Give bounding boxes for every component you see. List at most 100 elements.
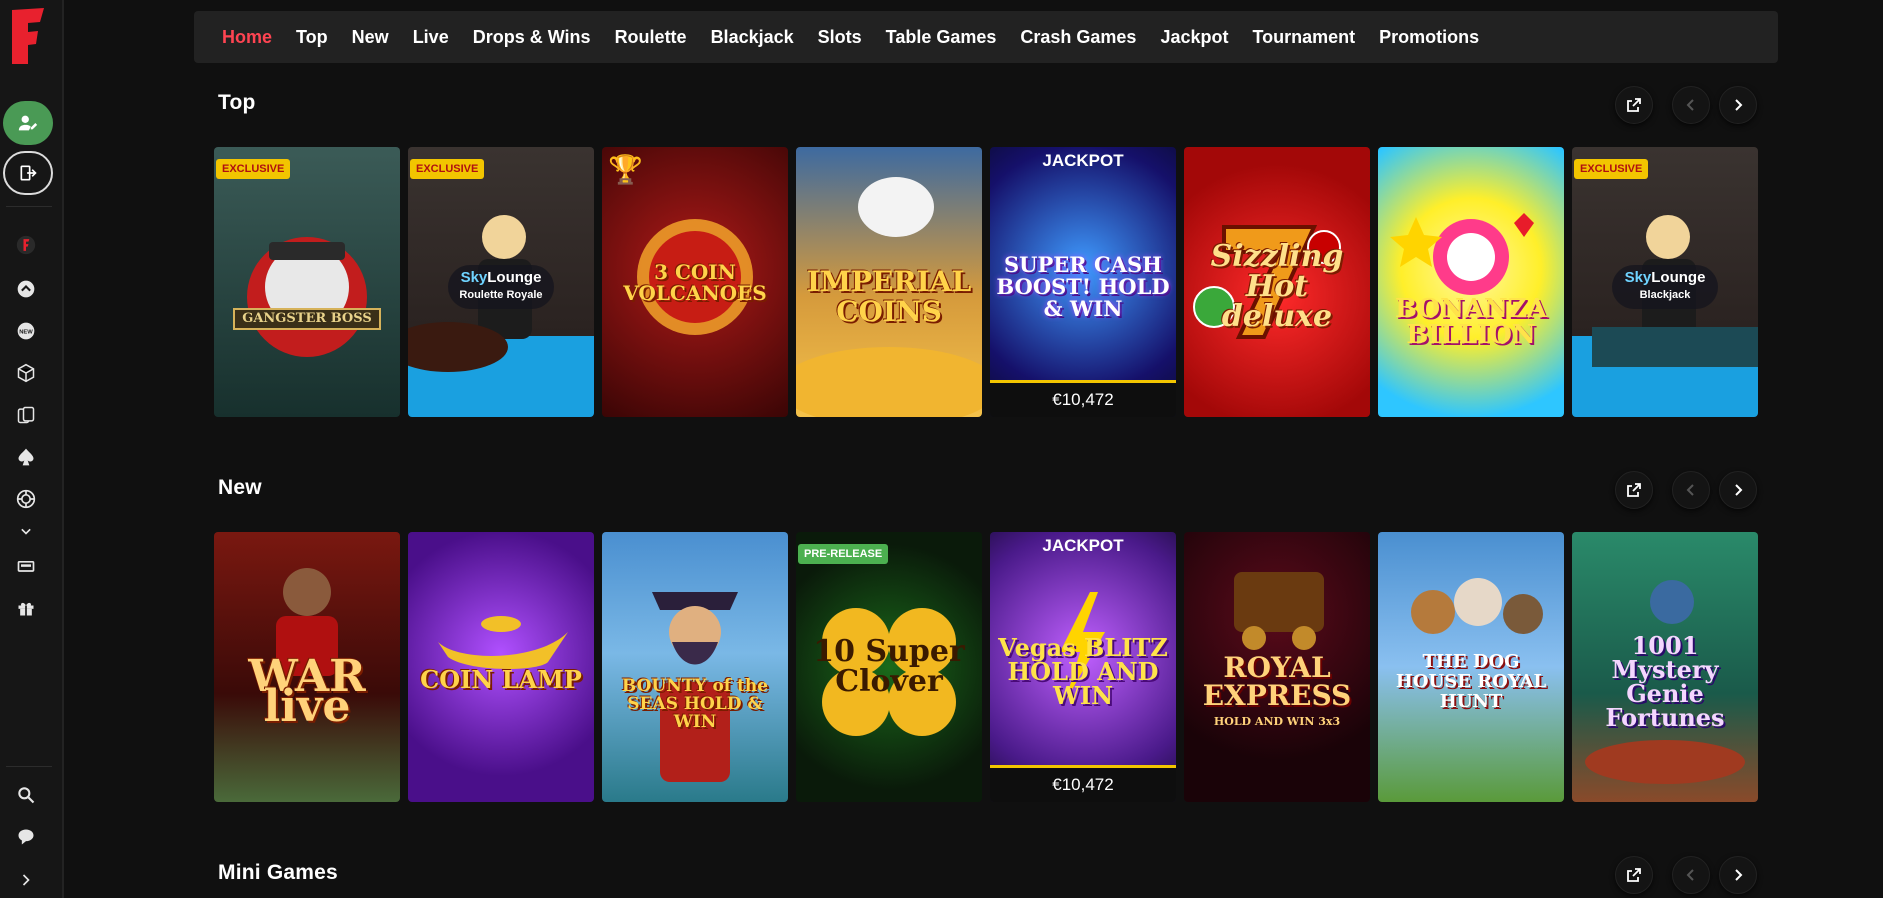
- chevron-right-icon: [1735, 869, 1743, 881]
- game-title: IMPERIAL COINS: [806, 265, 972, 328]
- open-section-button[interactable]: [1615, 471, 1653, 509]
- game-title: BOUNTY of the SEAS HOLD & WIN: [621, 676, 769, 732]
- game-tile[interactable]: IMPERIAL COINS: [796, 147, 982, 417]
- skylounge-lounge-text: Lounge: [1651, 269, 1706, 286]
- brand-logo[interactable]: [10, 6, 46, 66]
- game-tile[interactable]: JACKPOT SUPER CASH BOOST! HOLD & WIN €10…: [990, 147, 1176, 417]
- skylounge-label: SkyLounge Roulette Royale: [448, 265, 554, 309]
- scroll-left-button[interactable]: [1672, 856, 1710, 894]
- open-section-button[interactable]: [1615, 856, 1653, 894]
- pre-release-badge: PRE-RELEASE: [798, 544, 889, 564]
- skylounge-title: SkyLounge: [1612, 265, 1718, 289]
- game-row-top: EXCLUSIVE GANGSTER BOSS EXCLUSIVE SkyLou…: [214, 147, 1759, 417]
- game-title: Vegas BLITZ HOLD AND WIN: [998, 633, 1168, 710]
- roulette-icon[interactable]: [12, 485, 40, 513]
- spade-icon[interactable]: [12, 443, 40, 471]
- game-row-new: WAR live COIN LAMP BOUNTY of the SEAS HO…: [214, 532, 1759, 802]
- nav-drops-wins[interactable]: Drops & Wins: [473, 27, 591, 48]
- chevron-right-icon: [1735, 99, 1743, 111]
- chevron-right-icon[interactable]: [12, 866, 40, 894]
- open-section-button[interactable]: [1615, 86, 1653, 124]
- sidebar-divider: [6, 766, 52, 767]
- nav-slots[interactable]: Slots: [818, 27, 862, 48]
- game-tile[interactable]: WAR live: [214, 532, 400, 802]
- top-arrow-icon[interactable]: [12, 275, 40, 303]
- sidebar: NEW: [0, 0, 64, 898]
- gift-icon[interactable]: [12, 594, 40, 622]
- game-tile[interactable]: THE DOG HOUSE ROYAL HUNT: [1378, 532, 1564, 802]
- scroll-right-button[interactable]: [1719, 86, 1757, 124]
- nav-home[interactable]: Home: [222, 27, 272, 48]
- chat-icon[interactable]: [12, 823, 40, 851]
- game-tile[interactable]: 1001 Mystery Genie Fortunes: [1572, 532, 1758, 802]
- exclusive-badge: EXCLUSIVE: [410, 159, 485, 179]
- new-badge-icon[interactable]: NEW: [12, 317, 40, 345]
- login-icon: [20, 165, 37, 181]
- section-title-mini-games: Mini Games: [218, 861, 338, 884]
- sidebar-divider: [6, 206, 52, 207]
- nav-roulette[interactable]: Roulette: [615, 27, 687, 48]
- scroll-right-button[interactable]: [1719, 471, 1757, 509]
- game-title: 10 Super Clover: [813, 634, 965, 699]
- skylounge-subtitle: Roulette Royale: [459, 289, 543, 301]
- nav-table-games[interactable]: Table Games: [886, 27, 997, 48]
- nav-crash-games[interactable]: Crash Games: [1020, 27, 1136, 48]
- chevron-right-icon: [1735, 484, 1743, 496]
- chevron-left-icon: [1686, 484, 1694, 496]
- nav-tournament[interactable]: Tournament: [1252, 27, 1355, 48]
- game-tile[interactable]: EXCLUSIVE SkyLounge Roulette Royale: [408, 147, 594, 417]
- skylounge-sky-text: Sky: [460, 269, 488, 286]
- section-title-top: Top: [218, 91, 256, 114]
- game-art: [652, 592, 738, 782]
- cash-icon[interactable]: [12, 552, 40, 580]
- nav-blackjack[interactable]: Blackjack: [711, 27, 794, 48]
- nav-jackpot[interactable]: Jackpot: [1160, 27, 1228, 48]
- scroll-right-button[interactable]: [1719, 856, 1757, 894]
- game-tile[interactable]: JACKPOT Vegas BLITZ HOLD AND WIN €10,472: [990, 532, 1176, 802]
- chevron-down-icon[interactable]: [12, 517, 40, 545]
- jackpot-amount: €10,472: [990, 380, 1176, 417]
- game-title: WAR live: [248, 651, 366, 732]
- jackpot-label: JACKPOT: [1042, 151, 1124, 170]
- chevron-left-icon: [1686, 99, 1694, 111]
- game-tile[interactable]: BOUNTY of the SEAS HOLD & WIN: [602, 532, 788, 802]
- game-tile[interactable]: EXCLUSIVE SkyLounge Blackjack: [1572, 147, 1758, 417]
- game-tile[interactable]: PRE-RELEASE 10 Super Clover: [796, 532, 982, 802]
- game-art: [233, 237, 381, 357]
- nav-new[interactable]: New: [352, 27, 389, 48]
- nav-promotions[interactable]: Promotions: [1379, 27, 1479, 48]
- game-title: SUPER CASH BOOST! HOLD & WIN: [996, 252, 1170, 321]
- game-tile[interactable]: BONANZA BILLION: [1378, 147, 1564, 417]
- brand-f-icon[interactable]: [12, 231, 40, 259]
- login-button[interactable]: [3, 151, 53, 195]
- skylounge-title: SkyLounge: [448, 265, 554, 289]
- register-button[interactable]: [3, 101, 53, 145]
- game-tile[interactable]: COIN LAMP: [408, 532, 594, 802]
- skylounge-label: SkyLounge Blackjack: [1612, 265, 1718, 309]
- game-title: BONANZA BILLION: [1395, 294, 1547, 350]
- exclusive-badge: EXCLUSIVE: [216, 159, 291, 179]
- scroll-left-button[interactable]: [1672, 86, 1710, 124]
- game-title: Sizzling Hot deluxe: [1210, 239, 1344, 334]
- game-tile[interactable]: 🏆 3 COIN VOLCANOES: [602, 147, 788, 417]
- game-title: ROYAL EXPRESS: [1202, 651, 1352, 712]
- game-title: COIN LAMP: [420, 665, 582, 694]
- skylounge-subtitle: Blackjack: [1639, 289, 1691, 301]
- nav-top[interactable]: Top: [296, 27, 328, 48]
- game-title: GANGSTER BOSS: [242, 311, 372, 326]
- external-link-icon: [1627, 98, 1641, 112]
- search-icon[interactable]: [12, 781, 40, 809]
- game-tile[interactable]: EXCLUSIVE GANGSTER BOSS: [214, 147, 400, 417]
- jackpot-amount: €10,472: [990, 765, 1176, 802]
- game-tile[interactable]: ROYAL EXPRESS HOLD AND WIN 3x3: [1184, 532, 1370, 802]
- scroll-left-button[interactable]: [1672, 471, 1710, 509]
- nav-live[interactable]: Live: [413, 27, 449, 48]
- skylounge-sky-text: Sky: [1624, 269, 1652, 286]
- skylounge-lounge-text: Lounge: [487, 269, 542, 286]
- exclusive-badge: EXCLUSIVE: [1574, 159, 1649, 179]
- dice-icon[interactable]: [12, 359, 40, 387]
- cards-icon[interactable]: [12, 401, 40, 429]
- game-tile[interactable]: Sizzling Hot deluxe: [1184, 147, 1370, 417]
- section-title-new: New: [218, 476, 262, 499]
- game-art: [1390, 213, 1534, 295]
